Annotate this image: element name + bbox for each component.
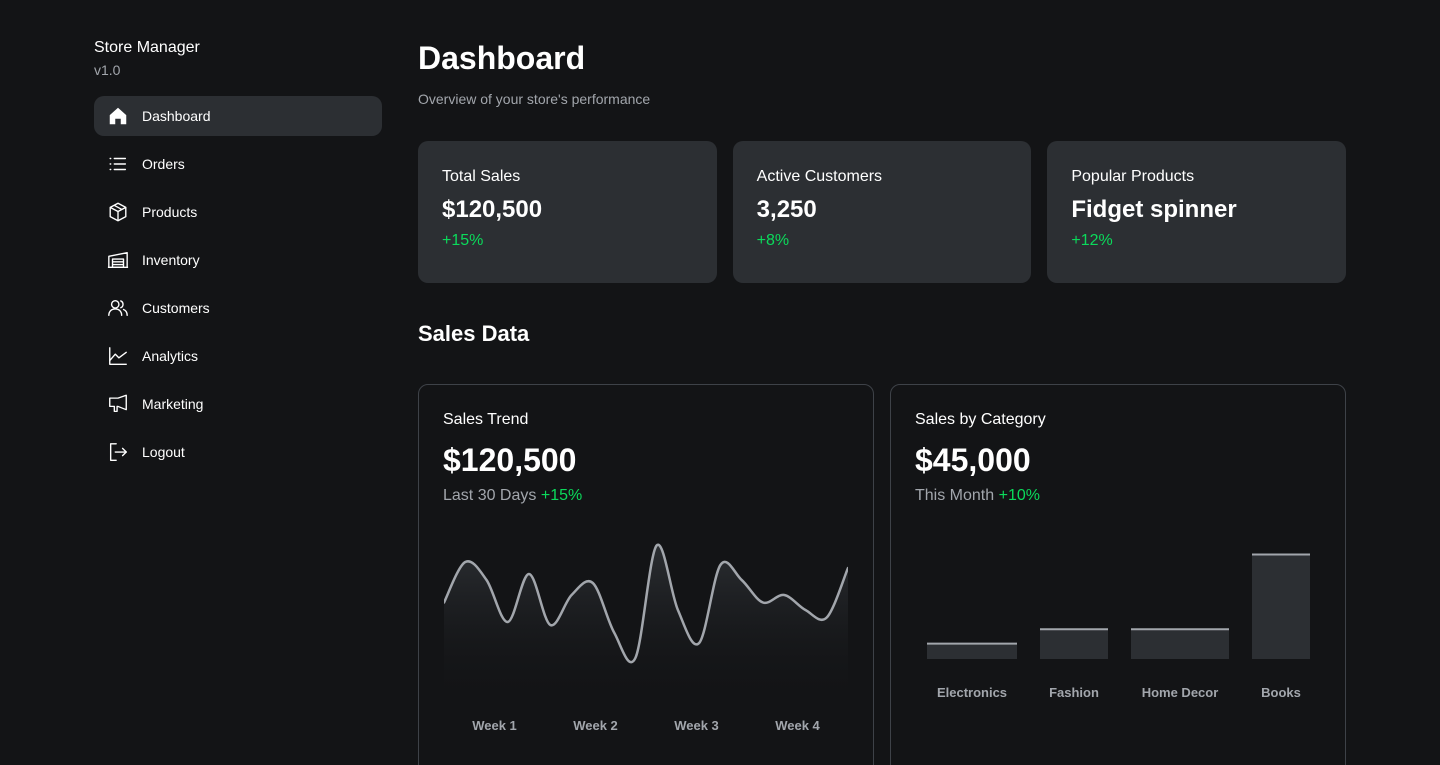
- package-icon: [106, 200, 130, 224]
- chart-change: +15%: [540, 487, 583, 504]
- megaphone-icon: [106, 392, 130, 416]
- warehouse-icon: [106, 248, 130, 272]
- category-label: Home Decor: [1142, 685, 1219, 700]
- stat-label: Total Sales: [442, 168, 521, 185]
- page-title: Dashboard: [418, 40, 586, 76]
- chart-line-icon: [106, 344, 130, 368]
- stat-label: Popular Products: [1071, 168, 1195, 185]
- section-title-sales-data: Sales Data: [418, 321, 530, 346]
- x-tick-label: Week 1: [472, 718, 517, 733]
- sidebar-item-customers[interactable]: Customers: [94, 288, 382, 328]
- category-label: Books: [1261, 685, 1301, 700]
- chart-period-label: Last 30 Days: [443, 487, 537, 504]
- stats-row: Total Sales $120,500 +15% Active Custome…: [418, 141, 1347, 283]
- bar: [1252, 554, 1310, 659]
- sidebar-item-label: Analytics: [142, 348, 199, 364]
- users-icon: [106, 296, 130, 320]
- x-tick-label: Week 2: [573, 718, 618, 733]
- chart-label: Sales Trend: [443, 411, 529, 428]
- sidebar-item-label: Orders: [142, 156, 185, 172]
- chart-period-label: This Month: [915, 487, 995, 504]
- main-content: Dashboard Overview of your store's perfo…: [418, 38, 1347, 765]
- chart-value: $120,500: [443, 442, 577, 478]
- stat-value: Fidget spinner: [1071, 196, 1237, 223]
- page-subtitle: Overview of your store's performance: [418, 91, 651, 107]
- brand-version: v1.0: [94, 62, 121, 78]
- trend-area-fill: [444, 544, 848, 705]
- list-icon: [106, 152, 130, 176]
- chart-change: +10%: [998, 487, 1040, 504]
- stat-card-popular-products: Popular Products Fidget spinner +12%: [1047, 141, 1347, 283]
- category-label: Fashion: [1049, 685, 1099, 700]
- bar: [1131, 629, 1229, 659]
- chart-period: This Month +10%: [915, 485, 1321, 507]
- sidebar-item-orders[interactable]: Orders: [94, 144, 382, 184]
- sidebar-item-dashboard[interactable]: Dashboard: [94, 96, 382, 136]
- sales-trend-card: Sales Trend $120,500 Last 30 Days +15% W…: [418, 384, 874, 765]
- sidebar-item-analytics[interactable]: Analytics: [94, 336, 382, 376]
- stat-change: +12%: [1071, 232, 1113, 249]
- sales-trend-chart: Week 1 Week 2 Week 3 Week 4: [444, 543, 848, 733]
- sidebar-item-inventory[interactable]: Inventory: [94, 240, 382, 280]
- stat-card-active-customers: Active Customers 3,250 +8%: [732, 141, 1032, 283]
- sidebar-item-label: Customers: [142, 300, 210, 316]
- stat-label: Active Customers: [756, 168, 883, 185]
- brand-title: Store Manager: [94, 39, 200, 56]
- chart-label: Sales by Category: [915, 411, 1046, 428]
- chart-value: $45,000: [915, 442, 1031, 478]
- stat-card-total-sales: Total Sales $120,500 +15%: [418, 141, 717, 283]
- stat-value: $120,500: [442, 196, 543, 223]
- sales-by-category-card: Sales by Category $45,000 This Month +10…: [890, 384, 1346, 765]
- stat-change: +15%: [442, 232, 484, 249]
- logout-icon: [106, 440, 130, 464]
- sidebar-item-marketing[interactable]: Marketing: [94, 384, 382, 424]
- sidebar: Store Manager v1.0 Dashboard Orders Prod…: [94, 38, 382, 480]
- bar: [1040, 629, 1108, 659]
- sidebar-item-label: Dashboard: [142, 108, 211, 124]
- sidebar-item-label: Marketing: [142, 396, 204, 412]
- bar: [927, 643, 1017, 659]
- charts-row: Sales Trend $120,500 Last 30 Days +15% W…: [418, 384, 1346, 765]
- stat-change: +8%: [756, 232, 790, 249]
- x-tick-label: Week 4: [775, 718, 820, 733]
- sidebar-item-products[interactable]: Products: [94, 192, 382, 232]
- category-label: Electronics: [937, 685, 1007, 700]
- sidebar-nav: Dashboard Orders Products Inventory Cust…: [94, 96, 382, 472]
- chart-period: Last 30 Days +15%: [443, 485, 849, 507]
- sidebar-item-label: Products: [142, 204, 198, 220]
- home-icon: [106, 104, 130, 128]
- x-tick-label: Week 3: [674, 718, 719, 733]
- sidebar-item-logout[interactable]: Logout: [94, 432, 382, 472]
- sidebar-item-label: Logout: [142, 444, 185, 460]
- sidebar-item-label: Inventory: [142, 252, 200, 268]
- sales-by-category-chart: Electronics Fashion Home Decor Books: [927, 553, 1310, 700]
- stat-value: 3,250: [756, 196, 817, 223]
